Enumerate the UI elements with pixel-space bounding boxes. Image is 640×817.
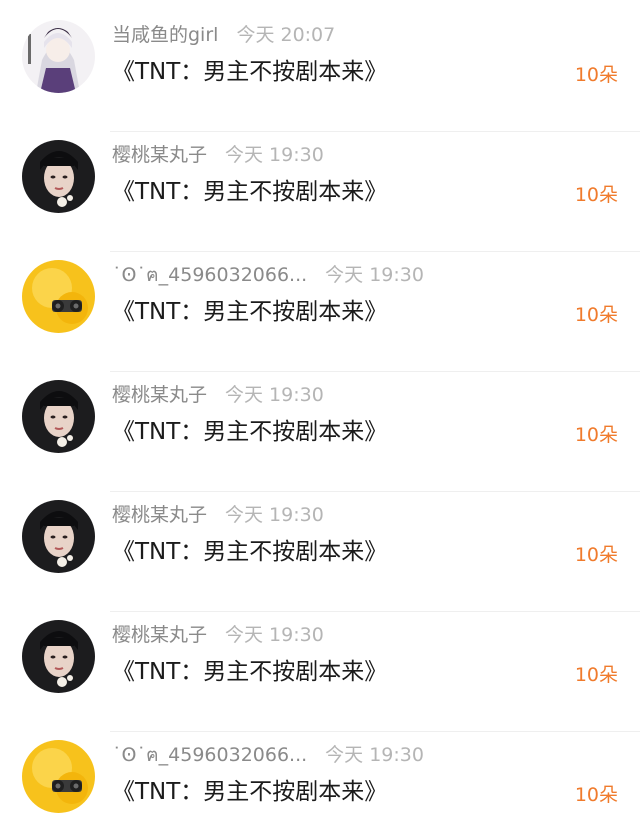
list-item[interactable]: ˙Ꙩ˙ฅ_4596032066... 今天 19:30 《TNT：男主不按剧本来》… xyxy=(0,732,640,817)
portrait-avatar[interactable] xyxy=(22,620,95,693)
timestamp: 今天 19:30 xyxy=(325,744,424,766)
camera-icon xyxy=(22,260,95,333)
username[interactable]: 当咸鱼的girl xyxy=(112,24,218,46)
portrait-avatar[interactable] xyxy=(22,380,95,453)
camera-icon xyxy=(22,740,95,813)
username[interactable]: ˙Ꙩ˙ฅ_4596032066... xyxy=(112,744,307,766)
username[interactable]: 樱桃某丸子 xyxy=(112,624,207,646)
book-title[interactable]: 《TNT：男主不按剧本来》 xyxy=(112,176,387,208)
portrait-avatar[interactable] xyxy=(22,500,95,573)
flower-count: 10朵 xyxy=(574,64,618,86)
portrait-icon xyxy=(22,380,95,453)
flower-count: 10朵 xyxy=(574,424,618,446)
portrait-avatar[interactable] xyxy=(22,140,95,213)
gift-record-list: 当咸鱼的girl 今天 20:07 《TNT：男主不按剧本来》 10朵 樱桃某丸子… xyxy=(0,0,640,817)
timestamp: 今天 19:30 xyxy=(225,624,324,646)
timestamp: 今天 19:30 xyxy=(225,504,324,526)
list-item[interactable]: 樱桃某丸子 今天 19:30 《TNT：男主不按剧本来》 10朵 xyxy=(0,492,640,612)
timestamp: 今天 19:30 xyxy=(225,384,324,406)
book-title[interactable]: 《TNT：男主不按剧本来》 xyxy=(112,416,387,448)
anime-girl-icon xyxy=(22,20,95,93)
flower-count: 10朵 xyxy=(574,544,618,566)
yellow-camera-avatar[interactable] xyxy=(22,260,95,333)
list-item[interactable]: ˙Ꙩ˙ฅ_4596032066... 今天 19:30 《TNT：男主不按剧本来》… xyxy=(0,252,640,372)
yellow-camera-avatar[interactable] xyxy=(22,740,95,813)
username[interactable]: 樱桃某丸子 xyxy=(112,384,207,406)
book-title[interactable]: 《TNT：男主不按剧本来》 xyxy=(112,296,387,328)
list-item[interactable]: 樱桃某丸子 今天 19:30 《TNT：男主不按剧本来》 10朵 xyxy=(0,132,640,252)
book-title[interactable]: 《TNT：男主不按剧本来》 xyxy=(112,776,387,808)
flower-count: 10朵 xyxy=(574,304,618,326)
portrait-icon xyxy=(22,140,95,213)
portrait-icon xyxy=(22,500,95,573)
username[interactable]: ˙Ꙩ˙ฅ_4596032066... xyxy=(112,264,307,286)
list-item[interactable]: 樱桃某丸子 今天 19:30 《TNT：男主不按剧本来》 10朵 xyxy=(0,372,640,492)
timestamp: 今天 19:30 xyxy=(225,144,324,166)
flower-count: 10朵 xyxy=(574,784,618,806)
list-item[interactable]: 樱桃某丸子 今天 19:30 《TNT：男主不按剧本来》 10朵 xyxy=(0,612,640,732)
username[interactable]: 樱桃某丸子 xyxy=(112,504,207,526)
flower-count: 10朵 xyxy=(574,664,618,686)
book-title[interactable]: 《TNT：男主不按剧本来》 xyxy=(112,536,387,568)
portrait-icon xyxy=(22,620,95,693)
book-title[interactable]: 《TNT：男主不按剧本来》 xyxy=(112,656,387,688)
list-item[interactable]: 当咸鱼的girl 今天 20:07 《TNT：男主不按剧本来》 10朵 xyxy=(0,12,640,132)
book-title[interactable]: 《TNT：男主不按剧本来》 xyxy=(112,56,387,88)
timestamp: 今天 19:30 xyxy=(325,264,424,286)
username[interactable]: 樱桃某丸子 xyxy=(112,144,207,166)
anime-girl-avatar[interactable] xyxy=(22,20,95,93)
timestamp: 今天 20:07 xyxy=(236,24,336,46)
flower-count: 10朵 xyxy=(574,184,618,206)
